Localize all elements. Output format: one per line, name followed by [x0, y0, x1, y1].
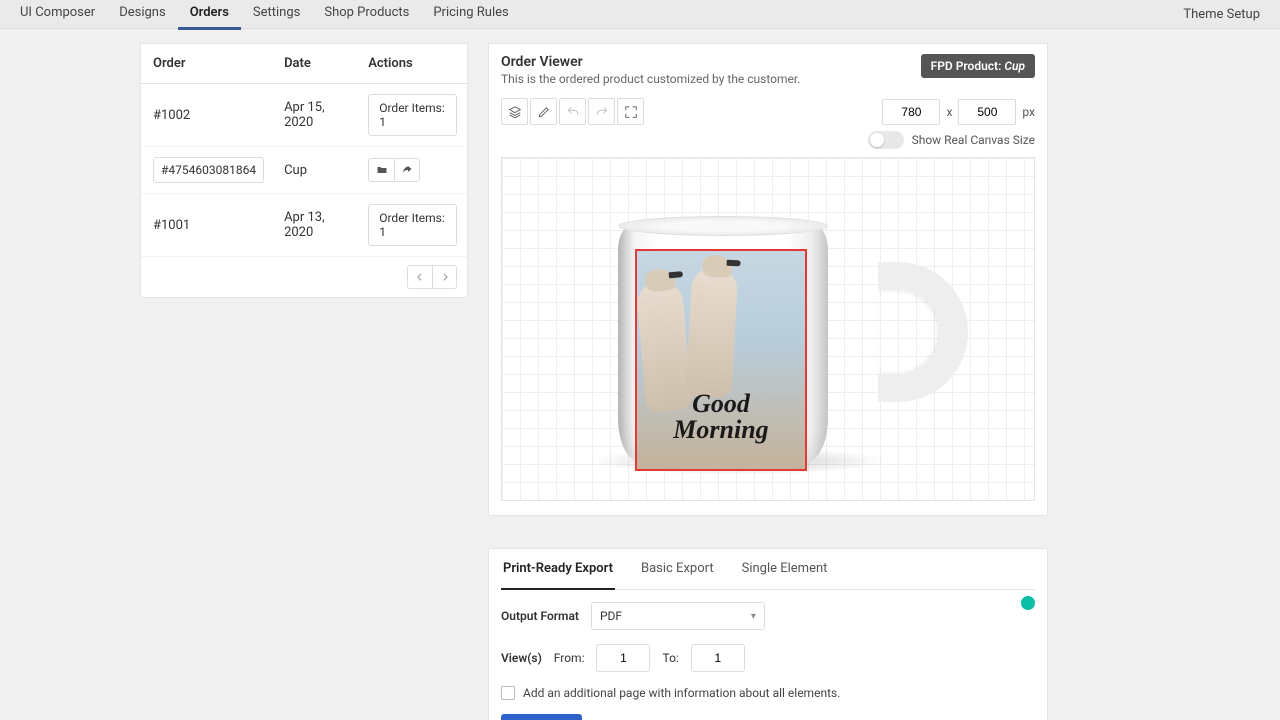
real-size-label: Show Real Canvas Size [912, 133, 1035, 147]
design-text: GoodMorning [637, 391, 805, 443]
additional-page-checkbox[interactable] [501, 686, 515, 700]
theme-setup-link[interactable]: Theme Setup [1171, 0, 1272, 29]
tab-settings[interactable]: Settings [241, 0, 312, 30]
fpd-product-button[interactable]: FPD Product: Cup [921, 54, 1035, 78]
folder-icon [376, 164, 388, 176]
pager [141, 257, 467, 297]
views-label: View(s) [501, 651, 542, 665]
table-row[interactable]: #1002 Apr 15, 2020 Order Items: 1 [141, 84, 467, 147]
dim-separator: x [946, 105, 952, 119]
open-order-button[interactable] [368, 158, 394, 182]
tab-basic-export[interactable]: Basic Export [639, 549, 716, 589]
mug-product: GoodMorning [618, 192, 918, 467]
from-label: From: [554, 651, 585, 665]
canvas-toolbar [501, 98, 644, 125]
edit-button[interactable] [530, 98, 557, 125]
redo-icon [595, 105, 609, 119]
viewer-subtitle: This is the ordered product customized b… [501, 72, 800, 86]
info-icon[interactable] [1021, 596, 1035, 610]
tab-orders[interactable]: Orders [178, 0, 241, 30]
tab-shop-products[interactable]: Shop Products [312, 0, 421, 30]
layers-button[interactable] [501, 98, 528, 125]
order-id: #4754603081864 [153, 157, 264, 183]
export-card: Print-Ready Export Basic Export Single E… [488, 548, 1048, 720]
canvas-area[interactable]: GoodMorning [501, 157, 1035, 501]
expand-button[interactable] [617, 98, 644, 125]
nav-tabs: UI Composer Designs Orders Settings Shop… [8, 0, 521, 30]
tab-single-element[interactable]: Single Element [740, 549, 830, 589]
tab-designs[interactable]: Designs [107, 0, 177, 30]
viewer-title: Order Viewer [501, 54, 800, 70]
share-icon [401, 164, 413, 176]
chevron-left-icon [415, 272, 425, 282]
pencil-icon [537, 105, 551, 119]
order-items-button[interactable]: Order Items: 1 [368, 94, 457, 136]
real-size-toggle[interactable] [868, 131, 904, 149]
forward-order-button[interactable] [394, 158, 420, 182]
order-viewer-card: Order Viewer This is the ordered product… [488, 43, 1048, 516]
layers-icon [508, 105, 522, 119]
tab-pricing-rules[interactable]: Pricing Rules [421, 0, 520, 30]
download-button[interactable]: Download [501, 714, 582, 720]
next-page-button[interactable] [432, 265, 457, 289]
right-panel: Order Viewer This is the ordered product… [488, 43, 1048, 720]
order-date: Apr 13, 2020 [274, 194, 358, 257]
output-format-label: Output Format [501, 609, 579, 623]
to-label: To: [662, 651, 678, 665]
canvas-dimensions: x px [882, 99, 1035, 125]
px-label: px [1022, 105, 1035, 119]
col-actions: Actions [358, 44, 467, 84]
additional-page-label: Add an additional page with information … [523, 686, 840, 700]
undo-button[interactable] [559, 98, 586, 125]
table-row[interactable]: #4754603081864 Cup [141, 147, 467, 194]
prev-page-button[interactable] [407, 265, 432, 289]
top-nav: UI Composer Designs Orders Settings Shop… [0, 0, 1280, 29]
order-id: #1001 [141, 194, 274, 257]
export-tabs: Print-Ready Export Basic Export Single E… [501, 549, 1035, 590]
views-to-input[interactable] [691, 644, 745, 672]
canvas-width-input[interactable] [882, 99, 940, 125]
col-order: Order [141, 44, 274, 84]
order-date: Apr 15, 2020 [274, 84, 358, 147]
chevron-right-icon [440, 272, 450, 282]
expand-icon [624, 105, 638, 119]
order-product: Cup [274, 147, 358, 194]
design-bounding-box[interactable]: GoodMorning [635, 249, 807, 471]
redo-button[interactable] [588, 98, 615, 125]
output-format-select[interactable]: PDF [591, 602, 765, 630]
tab-print-ready-export[interactable]: Print-Ready Export [501, 549, 615, 590]
table-row[interactable]: #1001 Apr 13, 2020 Order Items: 1 [141, 194, 467, 257]
order-id: #1002 [141, 84, 274, 147]
canvas-height-input[interactable] [958, 99, 1016, 125]
tab-ui-composer[interactable]: UI Composer [8, 0, 107, 30]
order-items-button[interactable]: Order Items: 1 [368, 204, 457, 246]
undo-icon [566, 105, 580, 119]
orders-panel: Order Date Actions #1002 Apr 15, 2020 Or… [140, 43, 468, 298]
views-from-input[interactable] [596, 644, 650, 672]
col-date: Date [274, 44, 358, 84]
